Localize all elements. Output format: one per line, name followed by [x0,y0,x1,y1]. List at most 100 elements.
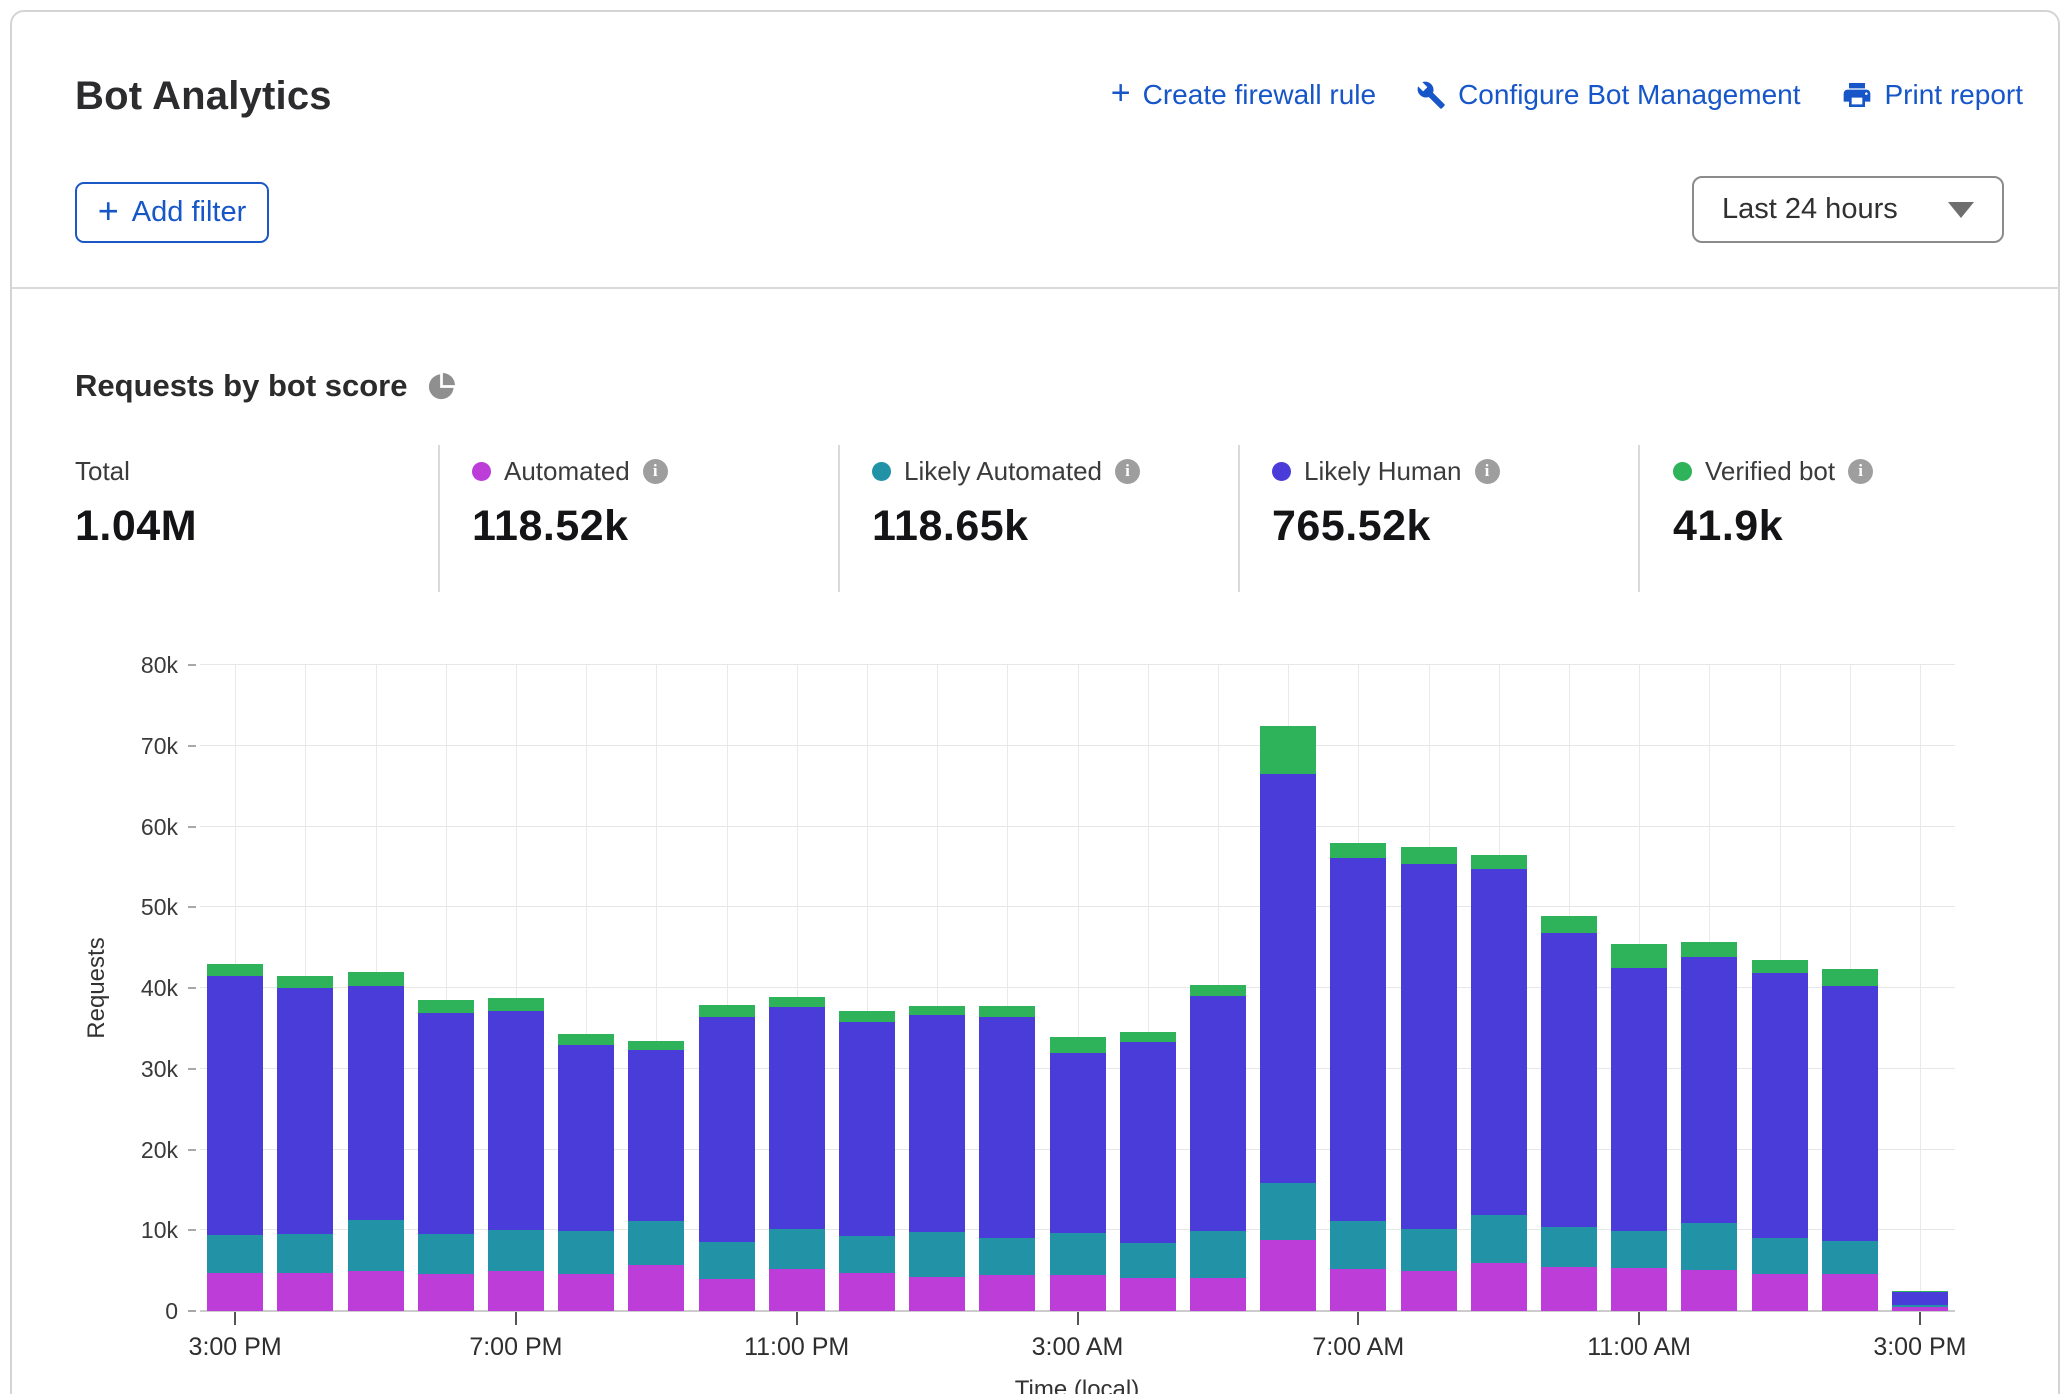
bar-segment-automated [277,1273,333,1311]
bar-segment-likely-human [418,1013,474,1234]
y-tick-label: 50k [98,894,178,921]
bar-segment-automated [1190,1278,1246,1311]
y-tick-label: 40k [98,975,178,1002]
bar-2:00 PM[interactable] [1815,665,1885,1311]
section-title: Requests by bot score [75,368,407,404]
bar-5:00 PM[interactable] [340,665,410,1311]
bar-segment-automated [699,1279,755,1311]
bar-4:00 PM[interactable] [270,665,340,1311]
bar-10:00 AM[interactable] [1534,665,1604,1311]
bar-segment-automated [1681,1270,1737,1311]
y-tick-mark [188,1149,196,1151]
bar-2:00 AM[interactable] [972,665,1042,1311]
bar-7:00 PM[interactable] [481,665,551,1311]
bar-segment-automated [1611,1268,1667,1311]
x-tick-mark [1638,1312,1640,1325]
stacked-bar [1611,944,1667,1311]
stacked-bar [1752,960,1808,1311]
bar-7:00 AM[interactable] [1323,665,1393,1311]
stacked-bar [1892,1291,1948,1311]
printer-icon [1841,79,1873,111]
configure-bot-management-link[interactable]: Configure Bot Management [1416,79,1800,111]
bar-segment-verified-bot [1260,726,1316,774]
bar-segment-likely-automated [1260,1183,1316,1240]
info-icon[interactable]: i [1848,459,1873,484]
bar-8:00 PM[interactable] [551,665,621,1311]
bar-segment-verified-bot [418,1000,474,1013]
bar-segment-likely-automated [769,1229,825,1269]
print-report-label: Print report [1885,79,2024,111]
info-icon[interactable]: i [1115,459,1140,484]
bar-segment-automated [1260,1240,1316,1311]
bar-3:00 AM[interactable] [1042,665,1112,1311]
print-report-link[interactable]: Print report [1841,79,2024,111]
bar-segment-likely-human [1120,1042,1176,1243]
bar-segment-automated [1330,1269,1386,1311]
bar-1:00 AM[interactable] [902,665,972,1311]
bar-11:00 AM[interactable] [1604,665,1674,1311]
add-filter-button[interactable]: + Add filter [75,182,269,243]
create-firewall-rule-link[interactable]: + Create firewall rule [1111,78,1376,112]
verified-bot-legend-dot [1673,462,1692,481]
bar-6:00 PM[interactable] [411,665,481,1311]
y-tick-label: 80k [98,652,178,679]
bar-segment-verified-bot [909,1006,965,1015]
bar-segment-automated [1471,1263,1527,1311]
stat-divider [1638,445,1640,592]
time-range-select[interactable]: Last 24 hours [1692,176,2004,243]
y-tick-mark [188,987,196,989]
x-tick-label: 11:00 AM [1587,1333,1691,1362]
stat-divider [438,445,440,592]
bar-3:00 PM[interactable] [1885,665,1955,1311]
bar-segment-likely-automated [628,1221,684,1265]
bar-segment-verified-bot [839,1011,895,1021]
info-icon[interactable]: i [1475,459,1500,484]
y-tick-mark [188,826,196,828]
chart-plot-area [200,665,1955,1311]
bar-segment-likely-human [979,1017,1035,1237]
bot-analytics-page: Bot Analytics + Create firewall rule Con… [0,0,2070,1394]
bar-segment-verified-bot [1330,843,1386,858]
y-tick-label: 10k [98,1217,178,1244]
bar-segment-likely-automated [839,1236,895,1273]
bar-segment-likely-human [1822,986,1878,1241]
bar-5:00 AM[interactable] [1183,665,1253,1311]
bar-12:00 PM[interactable] [1674,665,1744,1311]
info-icon[interactable]: i [643,459,668,484]
stacked-bar [1541,916,1597,1311]
bar-segment-likely-human [277,988,333,1234]
bar-4:00 AM[interactable] [1113,665,1183,1311]
likely-automated-legend-dot [872,462,891,481]
bar-9:00 PM[interactable] [621,665,691,1311]
bar-segment-automated [769,1269,825,1311]
x-tick-mark [796,1312,798,1325]
stacked-bar [488,998,544,1311]
bar-segment-verified-bot [207,964,263,976]
stat-verified-bot-value: 41.9k [1673,502,1873,551]
bar-11:00 PM[interactable] [762,665,832,1311]
stacked-bar [628,1041,684,1311]
bar-segment-automated [979,1275,1035,1311]
bar-segment-verified-bot [277,976,333,988]
bar-segment-likely-human [207,976,263,1235]
bar-12:00 AM[interactable] [832,665,902,1311]
bar-segment-likely-automated [1120,1243,1176,1278]
bar-9:00 AM[interactable] [1464,665,1534,1311]
bar-8:00 AM[interactable] [1393,665,1463,1311]
plus-icon: + [1111,76,1131,110]
stacked-bar [277,976,333,1311]
stacked-bar [699,1005,755,1311]
y-tick-label: 70k [98,733,178,760]
bar-6:00 AM[interactable] [1253,665,1323,1311]
stat-verified-bot-label: Verified bot [1705,456,1835,487]
bar-3:00 PM[interactable] [200,665,270,1311]
bar-1:00 PM[interactable] [1744,665,1814,1311]
bar-segment-likely-human [909,1015,965,1232]
stacked-bar [1822,969,1878,1311]
bar-segment-verified-bot [1190,985,1246,996]
y-tick-mark [188,1068,196,1070]
bar-segment-automated [348,1271,404,1311]
bar-10:00 PM[interactable] [691,665,761,1311]
bar-segment-verified-bot [1681,942,1737,957]
y-tick-mark [188,745,196,747]
